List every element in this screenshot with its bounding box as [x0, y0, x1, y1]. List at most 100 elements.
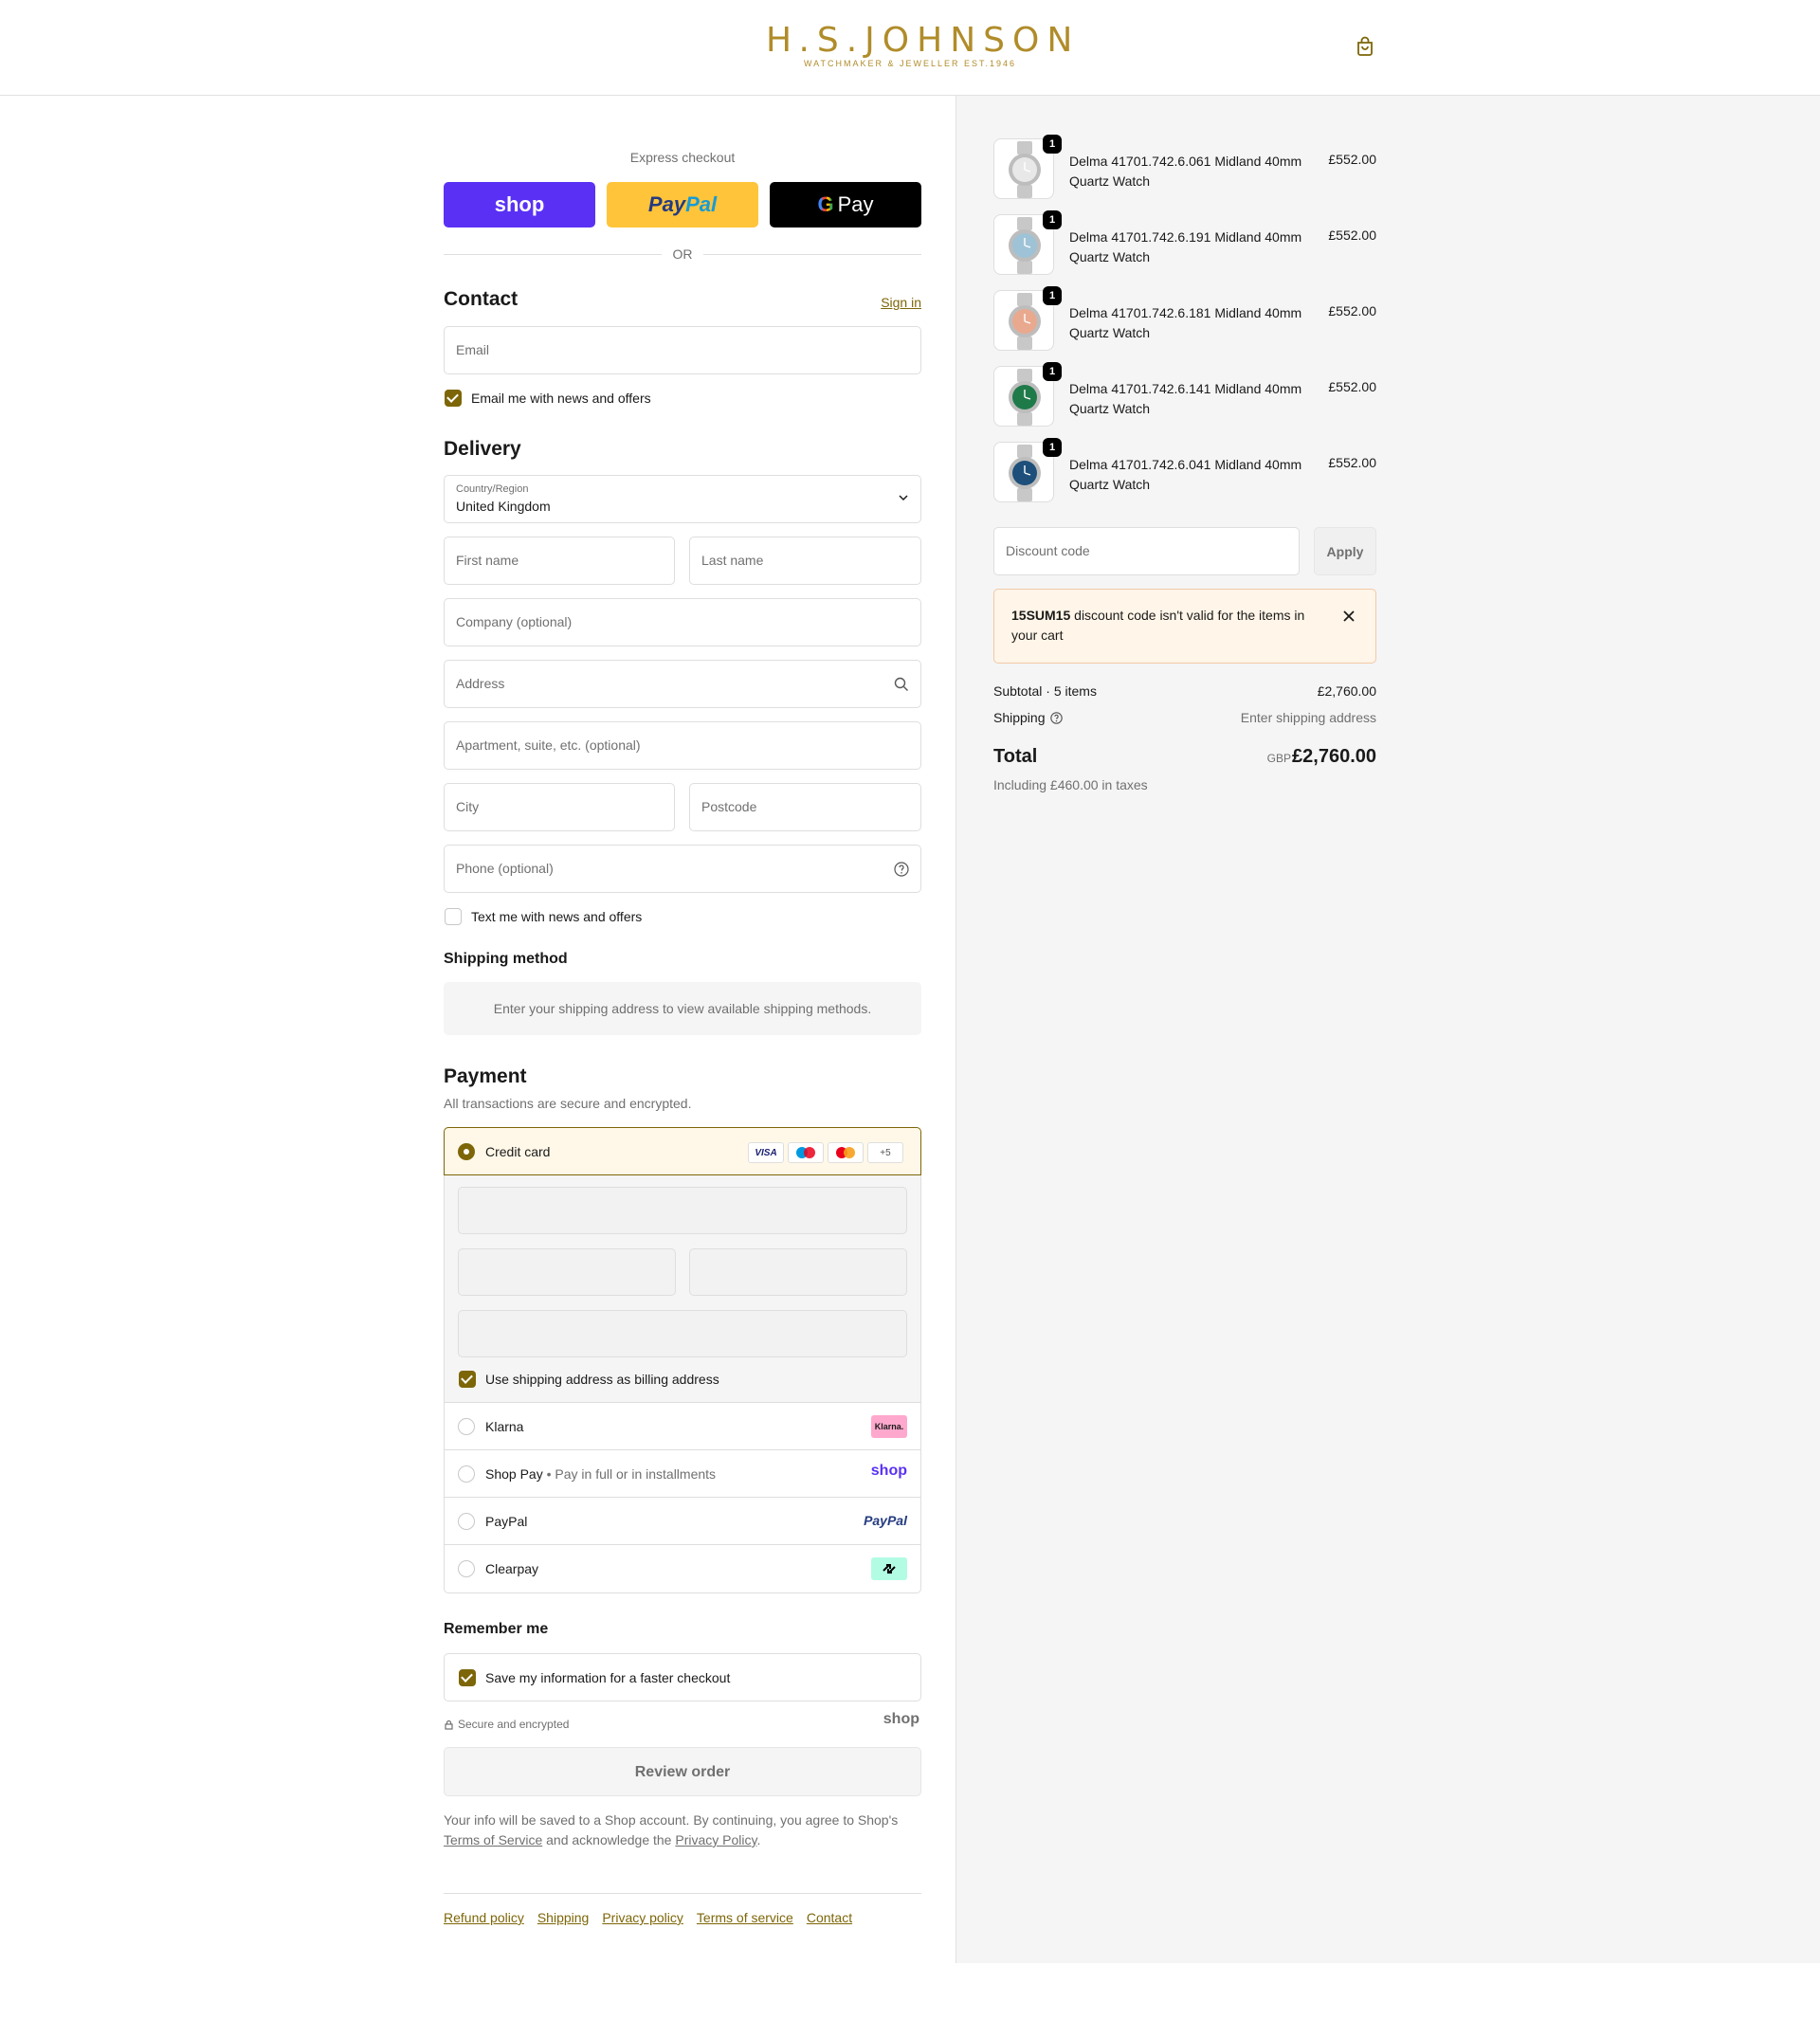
help-circle-icon[interactable] — [1050, 712, 1063, 724]
payment-option-credit-card[interactable]: Credit card VISA +5 — [444, 1127, 921, 1175]
secure-label: Secure and encrypted — [458, 1718, 570, 1731]
email-field[interactable]: Email — [444, 326, 921, 374]
paypal-logo-part1: Pay — [647, 192, 686, 216]
payment-option-klarna[interactable]: Klarna Klarna. — [445, 1403, 920, 1450]
country-select[interactable]: Country/Region United Kingdom — [444, 475, 921, 523]
card-number-field[interactable] — [458, 1187, 907, 1234]
sms-news-checkbox[interactable] — [445, 908, 462, 925]
or-label: OR — [672, 246, 693, 262]
klarna-radio[interactable] — [458, 1418, 475, 1435]
footer-link-refund[interactable]: Refund policy — [444, 1910, 524, 1925]
product-price: £552.00 — [1328, 303, 1376, 318]
google-pay-button[interactable]: G Pay — [770, 182, 921, 227]
footer-link-contact[interactable]: Contact — [807, 1910, 852, 1925]
save-info-label: Save my information for a faster checkou… — [485, 1670, 731, 1685]
shop-pay-logo: shop — [870, 1463, 907, 1479]
review-order-button[interactable]: Review order — [444, 1747, 921, 1796]
security-code-field[interactable] — [689, 1248, 907, 1296]
phone-placeholder: Phone (optional) — [456, 861, 554, 876]
total-label: Total — [993, 746, 1038, 767]
privacy-policy-link[interactable]: Privacy Policy — [675, 1832, 756, 1847]
shipping-method-heading: Shipping method — [444, 951, 568, 967]
footer-link-terms[interactable]: Terms of service — [697, 1910, 793, 1925]
logo-tagline: WATCHMAKER & JEWELLER EST.1946 — [803, 59, 1017, 68]
payment-option-shop-pay[interactable]: Shop Pay • Pay in full or in installment… — [445, 1450, 920, 1498]
payment-methods: Credit card VISA +5 Use shipping address… — [444, 1127, 921, 1593]
company-placeholder: Company (optional) — [456, 614, 573, 629]
store-logo[interactable]: H.S.JOHNSON WATCHMAKER & JEWELLER EST.19… — [766, 21, 1072, 74]
phone-field[interactable]: Phone (optional) — [444, 845, 921, 893]
city-field[interactable]: City — [444, 783, 675, 831]
discount-error-notice: 15SUM15 discount code isn't valid for th… — [993, 589, 1376, 664]
name-on-card-field[interactable] — [458, 1310, 907, 1357]
discount-error-text: 15SUM15 discount code isn't valid for th… — [1011, 608, 1305, 643]
footer-link-shipping[interactable]: Shipping — [537, 1910, 590, 1925]
quantity-badge: 1 — [1043, 362, 1062, 381]
shop-pay-button[interactable]: shop — [444, 182, 595, 227]
quantity-badge: 1 — [1043, 438, 1062, 457]
billing-address-label: Use shipping address as billing address — [485, 1372, 719, 1387]
footer-links: Refund policy Shipping Privacy policy Terms… — [444, 1910, 865, 1925]
subtotal-value: £2,760.00 — [1317, 683, 1376, 699]
product-price: £552.00 — [1328, 379, 1376, 394]
total-value: £2,760.00 — [1292, 746, 1376, 767]
delivery-heading: Delivery — [444, 438, 521, 460]
footer-link-privacy[interactable]: Privacy policy — [602, 1910, 683, 1925]
credit-card-label: Credit card — [485, 1144, 551, 1159]
payment-option-clearpay[interactable]: Clearpay — [445, 1545, 920, 1592]
cart-item: 1 Delma 41701.742.6.141 Midland 40mm Quar… — [993, 362, 1376, 428]
discount-placeholder: Discount code — [1006, 543, 1090, 558]
address-placeholder: Address — [456, 676, 505, 691]
paypal-logo: PayPal — [864, 1513, 907, 1528]
klarna-logo: Klarna. — [871, 1415, 907, 1438]
express-checkout-title: Express checkout — [629, 150, 736, 165]
credit-card-radio[interactable] — [458, 1143, 475, 1160]
close-icon[interactable] — [1343, 610, 1355, 622]
paypal-button[interactable]: Pay Pal — [607, 182, 758, 227]
first-name-field[interactable]: First name — [444, 537, 675, 585]
first-name-placeholder: First name — [456, 553, 519, 568]
shipping-value: Enter shipping address — [1240, 710, 1376, 725]
shipping-method-placeholder: Enter your shipping address to view avai… — [444, 982, 921, 1035]
city-placeholder: City — [456, 799, 480, 814]
shop-pay-radio[interactable] — [458, 1465, 475, 1483]
discount-code-field[interactable]: Discount code — [993, 527, 1300, 575]
sms-news-label: Text me with news and offers — [471, 909, 643, 924]
apartment-field[interactable]: Apartment, suite, etc. (optional) — [444, 721, 921, 770]
company-field[interactable]: Company (optional) — [444, 598, 921, 646]
clearpay-radio[interactable] — [458, 1560, 475, 1577]
sign-in-link[interactable]: Sign in — [881, 295, 921, 310]
address-field[interactable]: Address — [444, 660, 921, 708]
apply-discount-button[interactable]: Apply — [1314, 527, 1376, 575]
remember-me-heading: Remember me — [444, 1621, 549, 1637]
subtotal-label: Subtotal · 5 items — [993, 683, 1097, 699]
paypal-option-label: PayPal — [485, 1514, 528, 1529]
help-circle-icon[interactable] — [894, 862, 909, 877]
shop-pay-option-label: Shop Pay • Pay in full or in installment… — [485, 1466, 717, 1482]
clearpay-icon — [871, 1557, 907, 1580]
paypal-radio[interactable] — [458, 1513, 475, 1530]
header: H.S.JOHNSON WATCHMAKER & JEWELLER EST.19… — [0, 0, 1820, 96]
expiry-field[interactable] — [458, 1248, 676, 1296]
payment-option-paypal[interactable]: PayPal PayPal — [445, 1498, 920, 1545]
shopping-bag-icon[interactable] — [1356, 36, 1374, 57]
shop-pay-logo: shop — [494, 192, 545, 216]
terms-of-service-link[interactable]: Terms of Service — [444, 1832, 542, 1847]
cart-item: 1 Delma 41701.742.6.061 Midland 40mm Quar… — [993, 135, 1376, 201]
paypal-logo-part2: Pal — [685, 192, 718, 216]
billing-address-checkbox[interactable] — [459, 1371, 476, 1388]
shop-logo: shop — [883, 1711, 919, 1727]
quantity-badge: 1 — [1043, 135, 1062, 154]
email-news-checkbox[interactable] — [445, 390, 462, 407]
quantity-badge: 1 — [1043, 286, 1062, 305]
maestro-icon — [788, 1142, 824, 1163]
visa-icon: VISA — [748, 1142, 784, 1163]
google-g-icon: G — [817, 192, 834, 216]
postcode-field[interactable]: Postcode — [689, 783, 921, 831]
save-info-box[interactable]: Save my information for a faster checkou… — [444, 1653, 921, 1701]
lock-icon — [445, 1720, 453, 1730]
currency-code: GBP — [1266, 752, 1291, 765]
save-info-checkbox[interactable] — [459, 1669, 476, 1686]
mastercard-icon — [828, 1142, 864, 1163]
last-name-field[interactable]: Last name — [689, 537, 921, 585]
